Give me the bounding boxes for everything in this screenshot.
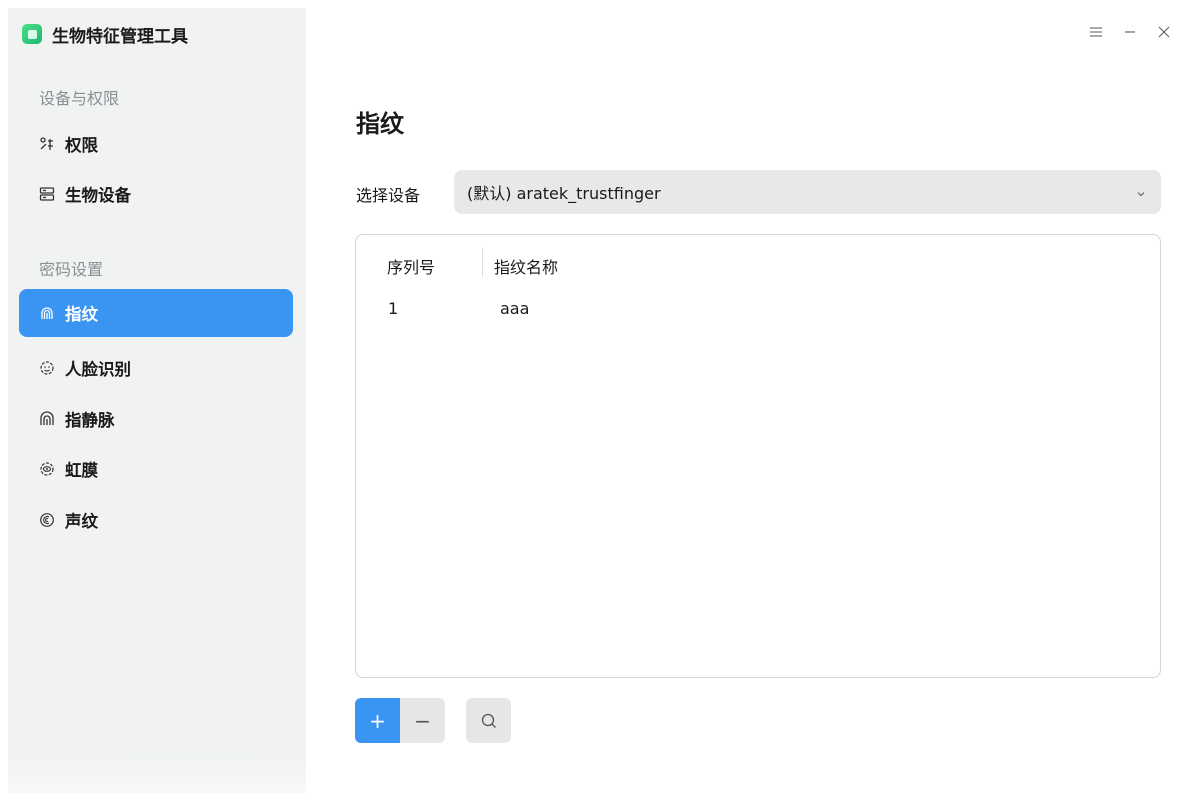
sidebar-item-label: 虹膜	[65, 461, 98, 480]
sidebar-item-permissions[interactable]: 权限	[19, 120, 293, 168]
iris-icon	[39, 461, 55, 477]
add-fingerprint-button[interactable]: +	[355, 698, 400, 743]
voiceprint-icon	[39, 512, 55, 528]
device-select-label: 选择设备	[356, 186, 421, 205]
app-title: 生物特征管理工具	[52, 26, 188, 47]
device-select[interactable]: (默认) aratek_trustfinger	[454, 170, 1161, 214]
sidebar-item-label: 指纹	[65, 305, 98, 324]
sidebar: 生物特征管理工具 设备与权限 权限 生物设备 密码设置 指纹 人脸识别 指静脉	[8, 8, 306, 793]
app-logo-icon	[22, 24, 42, 44]
sidebar-item-bio-devices[interactable]: 生物设备	[19, 170, 293, 218]
remove-fingerprint-button[interactable]: −	[400, 698, 445, 743]
sidebar-item-voiceprint[interactable]: 声纹	[19, 496, 293, 544]
minimize-icon[interactable]	[1118, 20, 1142, 44]
table-cell-serial[interactable]: 1	[388, 299, 398, 318]
sidebar-footer	[8, 753, 306, 793]
device-icon	[39, 186, 55, 202]
chevron-down-icon	[1135, 185, 1147, 197]
face-icon	[39, 360, 55, 376]
finger-vein-icon	[39, 411, 55, 427]
table-cell-name[interactable]: aaa	[500, 299, 529, 318]
page-title: 指纹	[356, 110, 404, 138]
sidebar-item-label: 生物设备	[65, 186, 131, 205]
column-divider	[482, 247, 483, 277]
column-header-serial[interactable]: 序列号	[387, 254, 435, 278]
app-header: 生物特征管理工具	[22, 22, 188, 47]
sidebar-item-label: 权限	[65, 136, 98, 155]
close-icon[interactable]	[1152, 20, 1176, 44]
sidebar-item-label: 人脸识别	[65, 360, 131, 379]
sidebar-item-iris[interactable]: 虹膜	[19, 445, 293, 493]
sidebar-item-label: 声纹	[65, 512, 98, 531]
fingerprint-icon	[39, 305, 55, 321]
permission-icon	[39, 136, 55, 152]
sidebar-item-finger-vein[interactable]: 指静脉	[19, 395, 293, 443]
verify-fingerprint-button[interactable]	[466, 698, 511, 743]
search-icon	[480, 712, 498, 730]
group-label-password-settings: 密码设置	[39, 260, 104, 279]
sidebar-item-face[interactable]: 人脸识别	[19, 344, 293, 392]
column-header-fingerprint-name[interactable]: 指纹名称	[494, 254, 558, 278]
fingerprint-table: 序列号 指纹名称 1 aaa	[355, 234, 1161, 678]
menu-icon[interactable]	[1084, 20, 1108, 44]
group-label-devices-permissions: 设备与权限	[39, 89, 120, 108]
sidebar-item-label: 指静脉	[65, 411, 115, 430]
device-select-value: (默认) aratek_trustfinger	[467, 184, 661, 203]
sidebar-item-fingerprint[interactable]: 指纹	[19, 289, 293, 337]
